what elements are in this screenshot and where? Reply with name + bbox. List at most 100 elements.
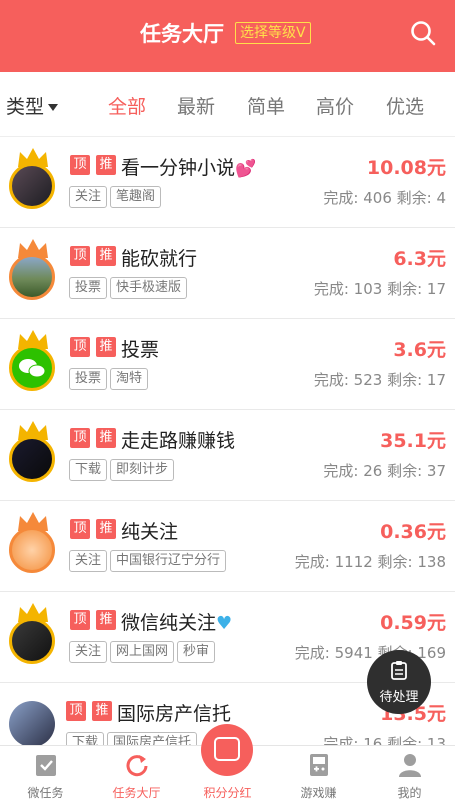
tab-latest[interactable]: 最新: [177, 92, 215, 119]
task-price: 3.6元: [393, 339, 446, 361]
type-label: 类型: [6, 96, 45, 118]
task-tags: 投票 淘特: [69, 367, 151, 390]
gift-button[interactable]: [201, 724, 253, 776]
pending-label: 待处理: [379, 690, 419, 705]
tab-high-price[interactable]: 高价: [316, 92, 354, 119]
task-tag: 下载: [69, 459, 108, 481]
type-dropdown[interactable]: 类型: [6, 92, 59, 119]
task-price: 6.3元: [393, 248, 446, 270]
recommend-badge: 推: [96, 337, 116, 357]
task-title-text: 看一分钟小说: [121, 157, 236, 179]
pin-badge: 顶: [70, 246, 90, 266]
nav-label: 积分分红: [203, 786, 252, 800]
user-icon: [399, 754, 421, 777]
task-tag: 秒审: [177, 641, 216, 663]
avatar-wrap: [8, 511, 58, 577]
task-title: 看一分钟小说💕: [121, 153, 256, 180]
nav-label: 微任务: [27, 786, 64, 800]
nav-label: 任务大厅: [112, 786, 161, 800]
task-tag: 快手极速版: [110, 277, 188, 299]
recommend-badge: 推: [96, 428, 116, 448]
pin-badge: 顶: [70, 155, 90, 175]
avatar-wrap: [8, 238, 58, 304]
task-tag: 关注: [69, 550, 108, 572]
task-tag: 中国银行辽宁分行: [110, 550, 227, 572]
wechat-icon: [19, 359, 46, 378]
task-item[interactable]: 顶 推 投票 投票 淘特 3.6元 完成: 523 剩余: 17: [0, 319, 455, 410]
task-tags: 投票 快手极速版: [69, 276, 190, 299]
task-tags: 关注 笔趣阁: [69, 185, 164, 208]
pin-badge: 顶: [70, 519, 90, 539]
avatar: [9, 345, 55, 391]
task-item[interactable]: 顶 推 能砍就行 投票 快手极速版 6.3元 完成: 103 剩余: 17: [0, 228, 455, 319]
pending-button[interactable]: 待处理: [367, 650, 431, 714]
avatar-wrap: [8, 420, 58, 486]
gamepad-icon: [310, 754, 328, 776]
recommend-badge: 推: [96, 610, 116, 630]
task-tags: 关注 网上国网 秒审: [69, 640, 218, 663]
tab-all[interactable]: 全部: [108, 92, 146, 119]
avatar: [9, 701, 55, 747]
task-item[interactable]: 顶 推 看一分钟小说💕 关注 笔趣阁 10.08元 完成: 406 剩余: 4: [0, 137, 455, 228]
task-title: 微信纯关注♥: [121, 608, 232, 635]
task-stats: 完成: 1112 剩余: 138: [294, 553, 446, 571]
task-tags: 下载 即刻计步: [69, 458, 177, 481]
recommend-badge: 推: [92, 701, 112, 721]
heart-icon: ♥: [216, 613, 233, 634]
task-title: 投票: [121, 339, 160, 361]
task-stats: 完成: 406 剩余: 4: [323, 189, 446, 207]
page-title: 任务大厅: [140, 22, 224, 46]
pin-badge: 顶: [70, 428, 90, 448]
nav-game-earn[interactable]: 游戏赚: [273, 746, 364, 802]
task-title: 国际房产信托: [117, 703, 232, 725]
task-item[interactable]: 顶 推 走走路赚赚钱 下载 即刻计步 35.1元 完成: 26 剩余: 37: [0, 410, 455, 501]
task-stats: 完成: 523 剩余: 17: [313, 371, 446, 389]
task-tag: 淘特: [110, 368, 149, 390]
nav-micro-task[interactable]: 微任务: [0, 746, 91, 802]
task-tag: 即刻计步: [110, 459, 175, 481]
task-tag: 投票: [69, 368, 108, 390]
task-tag: 关注: [69, 186, 108, 208]
task-price: 10.08元: [366, 157, 446, 179]
avatar-wrap: [8, 329, 58, 395]
task-price: 0.59元: [380, 612, 446, 634]
task-title: 纯关注: [121, 521, 179, 543]
avatar: [9, 163, 55, 209]
recommend-badge: 推: [96, 155, 116, 175]
task-price: 35.1元: [380, 430, 446, 452]
gift-icon: [214, 737, 240, 761]
task-price: 0.36元: [380, 521, 446, 543]
task-tag: 笔趣阁: [110, 186, 162, 208]
task-title: 走走路赚赚钱: [121, 430, 236, 452]
clipboard-check-icon: [36, 755, 56, 776]
caret-down-icon: [48, 104, 59, 111]
pin-badge: 顶: [70, 610, 90, 630]
avatar: [9, 436, 55, 482]
nav-mine[interactable]: 我的: [364, 746, 455, 802]
task-tags: 关注 中国银行辽宁分行: [69, 549, 229, 572]
clipboard-icon: [391, 661, 407, 680]
task-stats: 完成: 5941 剩余: 169: [294, 644, 446, 662]
pin-badge: 顶: [66, 701, 86, 721]
search-icon[interactable]: [410, 20, 436, 46]
task-tag: 关注: [69, 641, 108, 663]
select-level-button[interactable]: 选择等级V: [235, 22, 311, 44]
recommend-badge: 推: [96, 246, 116, 266]
app-header: 任务大厅 选择等级V: [0, 0, 455, 72]
refresh-icon: [126, 755, 148, 777]
tab-preferred[interactable]: 优选: [386, 92, 424, 119]
filter-bar: 类型 全部 最新 简单 高价 优选: [0, 72, 455, 137]
task-title-text: 微信纯关注: [121, 612, 217, 634]
recommend-badge: 推: [96, 519, 116, 539]
nav-task-hall[interactable]: 任务大厅: [91, 746, 182, 802]
avatar: [9, 527, 55, 573]
avatar-wrap: [8, 602, 58, 668]
nav-label: 游戏赚: [300, 786, 337, 800]
task-title: 能砍就行: [121, 248, 198, 270]
avatar: [9, 254, 55, 300]
task-tag: 投票: [69, 277, 108, 299]
tab-simple[interactable]: 简单: [247, 92, 285, 119]
task-stats: 完成: 103 剩余: 17: [313, 280, 446, 298]
task-item[interactable]: 顶 推 纯关注 关注 中国银行辽宁分行 0.36元 完成: 1112 剩余: 13…: [0, 501, 455, 592]
task-tag: 网上国网: [110, 641, 175, 663]
